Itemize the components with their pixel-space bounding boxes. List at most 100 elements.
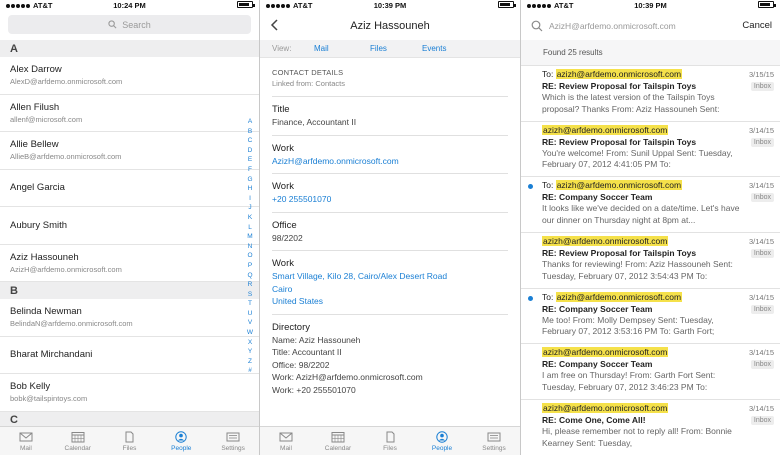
tab-settings[interactable]: Settings (207, 427, 259, 455)
index-letter[interactable]: K (248, 213, 252, 223)
index-letter[interactable]: Z (248, 357, 252, 367)
work-address-link[interactable]: Smart Village, Kilo 28, Cairo/Alex Deser… (272, 270, 508, 308)
index-letter[interactable]: M (247, 232, 252, 242)
contact-email: BelindaN@arfdemo.onmicrosoft.com (10, 319, 133, 329)
index-letter[interactable]: E (248, 155, 252, 165)
directory-values: Name: Aziz Hassouneh Title: Accountant I… (272, 334, 508, 397)
index-letter[interactable]: U (248, 309, 253, 319)
to-prefix: To: (542, 69, 556, 79)
view-mail-link[interactable]: Mail (314, 44, 329, 53)
tab-mail[interactable]: Mail (0, 427, 52, 455)
people-list-screen: AT&T 10:24 PM Search A Alex Darrow AlexD@a… (0, 0, 259, 455)
mail-subject: RE: Review Proposal for Tailspin Toys (542, 136, 697, 147)
highlighted-address: azizh@arfdemo.onmicrosoft.com (542, 347, 669, 358)
search-icon (108, 20, 117, 29)
contact-row[interactable]: Aubury Smith (0, 207, 259, 245)
contact-name: Alex Darrow (10, 64, 62, 76)
tab-mail[interactable]: Mail (260, 427, 312, 455)
index-letter[interactable]: N (248, 242, 253, 252)
index-letter[interactable]: F (248, 165, 252, 175)
mail-result-row[interactable]: azizh@arfdemo.onmicrosoft.com RE: Come On… (521, 400, 780, 455)
settings-icon (487, 432, 501, 441)
index-letter[interactable]: J (248, 203, 251, 213)
mail-icon (279, 432, 293, 441)
view-label: View: (272, 44, 292, 53)
index-letter[interactable]: T (248, 299, 252, 309)
tab-people[interactable]: People (416, 427, 468, 455)
contact-row[interactable]: Bharat Mirchandani (0, 337, 259, 374)
field-label: Work (272, 142, 294, 154)
field-label: Office (272, 219, 297, 231)
index-letter[interactable]: L (248, 223, 252, 233)
battery-icon (237, 1, 255, 8)
people-icon (175, 430, 187, 443)
back-chevron-icon[interactable] (268, 18, 282, 32)
index-letter[interactable]: I (249, 194, 251, 204)
nav-bar: Aziz Hassouneh (260, 11, 520, 40)
index-letter[interactable]: C (248, 136, 253, 146)
work-email-link[interactable]: AzizH@arfdemo.onmicrosoft.com (272, 155, 508, 168)
folder-badge: Inbox (750, 416, 774, 426)
mail-result-row[interactable]: To: azizh@arfdemo.onmicrosoft.com RE: Rev… (521, 66, 780, 122)
index-letter[interactable]: B (248, 127, 252, 137)
mail-preview: You're welcome! From: Sunil Uppal Sent: … (542, 147, 733, 170)
contact-name: Aziz Hassouneh (10, 251, 79, 263)
section-subtitle: Linked from: Contacts (272, 79, 345, 88)
index-letter[interactable]: P (248, 261, 252, 271)
tab-calendar[interactable]: Calendar (312, 427, 364, 455)
recipient-line: To: azizh@arfdemo.onmicrosoft.com (542, 180, 776, 191)
index-letter[interactable]: V (248, 318, 252, 328)
mail-subject: RE: Review Proposal for Tailspin Toys (542, 248, 697, 259)
index-letter[interactable]: W (247, 328, 253, 338)
index-letter[interactable]: G (247, 175, 252, 185)
contact-row[interactable]: Angel Garcia (0, 170, 259, 207)
work-phone-link[interactable]: +20 255501070 (272, 193, 508, 206)
view-events-link[interactable]: Events (422, 44, 446, 53)
tab-people[interactable]: People (155, 427, 207, 455)
contact-row[interactable]: Bob Kelly bobk@tailspintoys.com (0, 374, 259, 412)
page-title: Aziz Hassouneh (350, 19, 430, 32)
search-query[interactable]: AzizH@arfdemo.onmicrosoft.com (549, 21, 676, 31)
alphabet-index[interactable]: A B C D E F G H I J K L M N O P Q R S T U V W X Y Z # (245, 117, 255, 376)
index-letter[interactable]: X (248, 338, 252, 348)
status-time: 10:24 PM (113, 1, 146, 10)
cancel-button[interactable]: Cancel (742, 20, 772, 31)
address-line: Cairo (272, 283, 293, 294)
index-letter[interactable]: R (248, 280, 253, 290)
tab-settings[interactable]: Settings (468, 427, 520, 455)
to-prefix: To: (542, 291, 556, 302)
index-letter[interactable]: D (248, 146, 253, 156)
tab-files[interactable]: Files (104, 427, 156, 455)
mail-result-row[interactable]: To: azizh@arfdemo.onmicrosoft.com RE: Com… (521, 289, 780, 345)
mail-result-row[interactable]: azizh@arfdemo.onmicrosoft.com RE: Review … (521, 122, 780, 178)
contact-row[interactable]: Allen Filush allenf@microsoft.com (0, 95, 259, 132)
directory-line: Office: 98/2202 (272, 359, 330, 370)
index-letter[interactable]: S (248, 290, 252, 300)
contact-row[interactable]: Aziz Hassouneh AzizH@arfdemo.onmicrosoft.… (0, 245, 259, 282)
index-letter[interactable]: O (247, 251, 252, 261)
directory-line: Title: Accountant II (272, 347, 342, 357)
index-letter[interactable]: A (248, 117, 252, 127)
contact-row[interactable]: Alex Darrow AlexD@arfdemo.onmicrosoft.com (0, 57, 259, 95)
mail-result-row[interactable]: azizh@arfdemo.onmicrosoft.com RE: Company… (521, 344, 780, 401)
people-icon (436, 430, 448, 443)
section-title: CONTACT DETAILS (272, 68, 344, 77)
folder-badge: Inbox (750, 249, 774, 259)
unread-dot-icon (528, 184, 533, 190)
tab-files[interactable]: Files (364, 427, 416, 455)
mail-result-row[interactable]: azizh@arfdemo.onmicrosoft.com RE: Review … (521, 233, 780, 289)
contact-row[interactable]: Belinda Newman BelindaN@arfdemo.onmicroso… (0, 299, 259, 337)
section-header: A (0, 40, 259, 57)
index-letter[interactable]: Q (247, 271, 252, 281)
search-input[interactable]: Search (8, 15, 251, 34)
contact-list: A Alex Darrow AlexD@arfdemo.onmicrosoft.co… (0, 40, 259, 429)
mail-result-row[interactable]: To: azizh@arfdemo.onmicrosoft.com RE: Com… (521, 177, 780, 234)
index-letter[interactable]: # (248, 366, 252, 376)
index-letter[interactable]: H (248, 184, 253, 194)
tab-calendar[interactable]: Calendar (52, 427, 104, 455)
index-letter[interactable]: Y (248, 347, 252, 357)
contact-row[interactable]: Allie Bellew AllieB@arfdemo.onmicrosoft.c… (0, 132, 259, 170)
view-files-link[interactable]: Files (370, 44, 387, 53)
search-bar[interactable]: AzizH@arfdemo.onmicrosoft.com Cancel (521, 11, 780, 40)
mail-date: 3/14/15 (748, 348, 774, 358)
